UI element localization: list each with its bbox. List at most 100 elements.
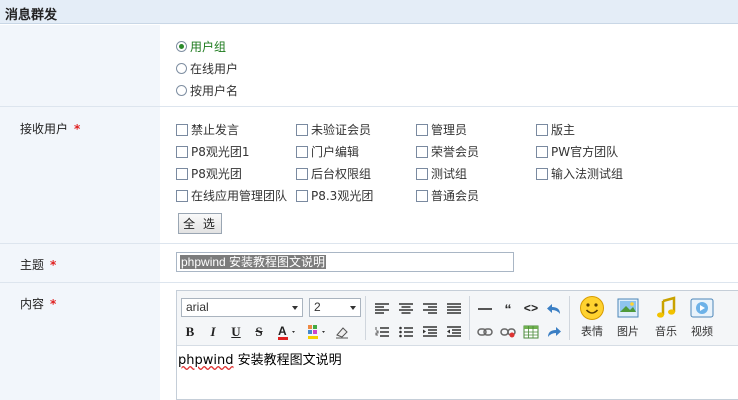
bold-icon[interactable]: B — [181, 323, 199, 341]
checkbox-icon — [296, 189, 308, 202]
italic-icon[interactable]: I — [204, 323, 222, 341]
row-divider — [0, 106, 738, 107]
video-button[interactable]: 视频 — [685, 294, 719, 342]
checkbox-label: 在线应用管理团队 — [191, 189, 288, 203]
dropdown-arrow-icon — [292, 306, 298, 310]
checkbox-icon — [176, 189, 188, 202]
video-icon — [689, 295, 715, 321]
music-button[interactable]: 音乐 — [649, 294, 683, 342]
toolbar-separator — [469, 296, 470, 340]
panel-title: 消息群发 — [5, 8, 58, 23]
group-checkbox[interactable]: 荣誉会员 — [416, 143, 479, 160]
eraser-icon[interactable] — [333, 323, 351, 341]
background-color-icon[interactable] — [305, 323, 329, 341]
checkbox-label: 门户编辑 — [311, 145, 360, 159]
label-column — [0, 25, 160, 400]
row-divider — [0, 282, 738, 283]
group-checkbox[interactable]: P8观光团 — [176, 165, 242, 182]
group-checkbox[interactable]: P8观光团1 — [176, 143, 250, 160]
horizontal-rule-icon[interactable] — [476, 300, 494, 318]
rich-text-editor: arial 2 B I U S A “ <> 表情 图片 音乐 视频 phpwi… — [176, 290, 738, 400]
checkbox-label: P8观光团 — [191, 167, 242, 181]
panel-header: 消息群发 — [0, 0, 738, 24]
emoticon-button[interactable]: 表情 — [575, 294, 609, 342]
content-text: 安装教程图文说明 — [233, 353, 342, 368]
row-divider — [0, 243, 738, 244]
checkbox-icon — [536, 167, 548, 180]
checkbox-icon — [176, 123, 188, 136]
radio-user-group[interactable]: 用户组 — [176, 38, 226, 55]
toolbar-separator — [365, 296, 366, 340]
strikethrough-icon[interactable]: S — [250, 323, 268, 341]
group-checkbox[interactable]: 在线应用管理团队 — [176, 187, 287, 204]
ordered-list-icon[interactable] — [373, 323, 391, 341]
quote-icon[interactable]: “ — [499, 300, 517, 318]
radio-online-users[interactable]: 在线用户 — [176, 60, 238, 77]
radio-by-username[interactable]: 按用户名 — [176, 82, 238, 99]
subject-input-value: phpwind 安装教程图文说明 — [180, 255, 327, 269]
checkbox-label: P8.3观光团 — [311, 189, 374, 203]
group-checkbox[interactable]: 管理员 — [416, 121, 467, 138]
content-word-misspelled: phpwind — [178, 353, 234, 368]
radio-label: 按用户名 — [190, 84, 239, 98]
align-center-icon[interactable] — [397, 300, 415, 318]
emoticon-label: 表情 — [581, 325, 603, 338]
unordered-list-icon[interactable] — [397, 323, 415, 341]
subject-label: 主题 * — [20, 256, 56, 273]
group-checkbox[interactable]: 后台权限组 — [296, 165, 371, 182]
checkbox-label: 测试组 — [431, 167, 468, 181]
group-checkbox[interactable]: 未验证会员 — [296, 121, 371, 138]
group-checkbox[interactable]: 版主 — [536, 121, 575, 138]
checkbox-label: PW官方团队 — [551, 145, 619, 159]
required-mark: * — [50, 297, 57, 311]
indent-icon[interactable] — [421, 323, 439, 341]
svg-text:A: A — [278, 324, 287, 338]
font-size-value: 2 — [314, 300, 321, 314]
checkbox-icon — [416, 123, 428, 136]
checkbox-icon — [296, 145, 308, 158]
checkbox-icon — [536, 145, 548, 158]
unlink-icon[interactable] — [499, 323, 517, 341]
align-right-icon[interactable] — [421, 300, 439, 318]
underline-icon[interactable]: U — [227, 323, 245, 341]
align-justify-icon[interactable] — [445, 300, 463, 318]
checkbox-label: 荣誉会员 — [431, 145, 480, 159]
radio-icon — [176, 63, 187, 74]
link-icon[interactable] — [476, 323, 494, 341]
checkbox-label: 普通会员 — [431, 189, 480, 203]
group-checkbox[interactable]: PW官方团队 — [536, 143, 618, 160]
smiley-icon — [579, 295, 605, 321]
checkbox-label: P8观光团1 — [191, 145, 250, 159]
editor-content-area[interactable]: phpwind 安装教程图文说明 — [178, 349, 342, 368]
content-label-text: 内容 — [20, 297, 45, 311]
font-size-select[interactable]: 2 — [309, 298, 361, 317]
checkbox-icon — [416, 189, 428, 202]
font-color-icon[interactable]: A — [275, 323, 299, 341]
select-all-button[interactable]: 全 选 — [178, 213, 222, 234]
image-label: 图片 — [617, 325, 639, 338]
radio-selected-icon — [176, 41, 187, 52]
image-button[interactable]: 图片 — [611, 294, 645, 342]
group-checkbox[interactable]: 禁止发言 — [176, 121, 239, 138]
font-family-select[interactable]: arial — [181, 298, 303, 317]
redo-icon[interactable] — [545, 323, 563, 341]
outdent-icon[interactable] — [445, 323, 463, 341]
group-checkbox[interactable]: P8.3观光团 — [296, 187, 373, 204]
table-icon[interactable] — [522, 323, 540, 341]
checkbox-icon — [416, 167, 428, 180]
music-label: 音乐 — [655, 325, 677, 338]
toolbar-separator — [569, 296, 570, 340]
align-left-icon[interactable] — [373, 300, 391, 318]
font-family-value: arial — [186, 300, 209, 314]
group-checkbox[interactable]: 输入法测试组 — [536, 165, 623, 182]
image-icon — [615, 295, 641, 321]
receivers-label: 接收用户 * — [20, 120, 80, 137]
undo-icon[interactable] — [545, 300, 563, 318]
subject-input[interactable]: phpwind 安装教程图文说明 — [176, 252, 514, 272]
code-icon[interactable]: <> — [522, 300, 540, 318]
checkbox-label: 禁止发言 — [191, 123, 240, 137]
group-checkbox[interactable]: 测试组 — [416, 165, 467, 182]
group-checkbox[interactable]: 普通会员 — [416, 187, 479, 204]
receivers-label-text: 接收用户 — [20, 122, 69, 136]
group-checkbox[interactable]: 门户编辑 — [296, 143, 359, 160]
